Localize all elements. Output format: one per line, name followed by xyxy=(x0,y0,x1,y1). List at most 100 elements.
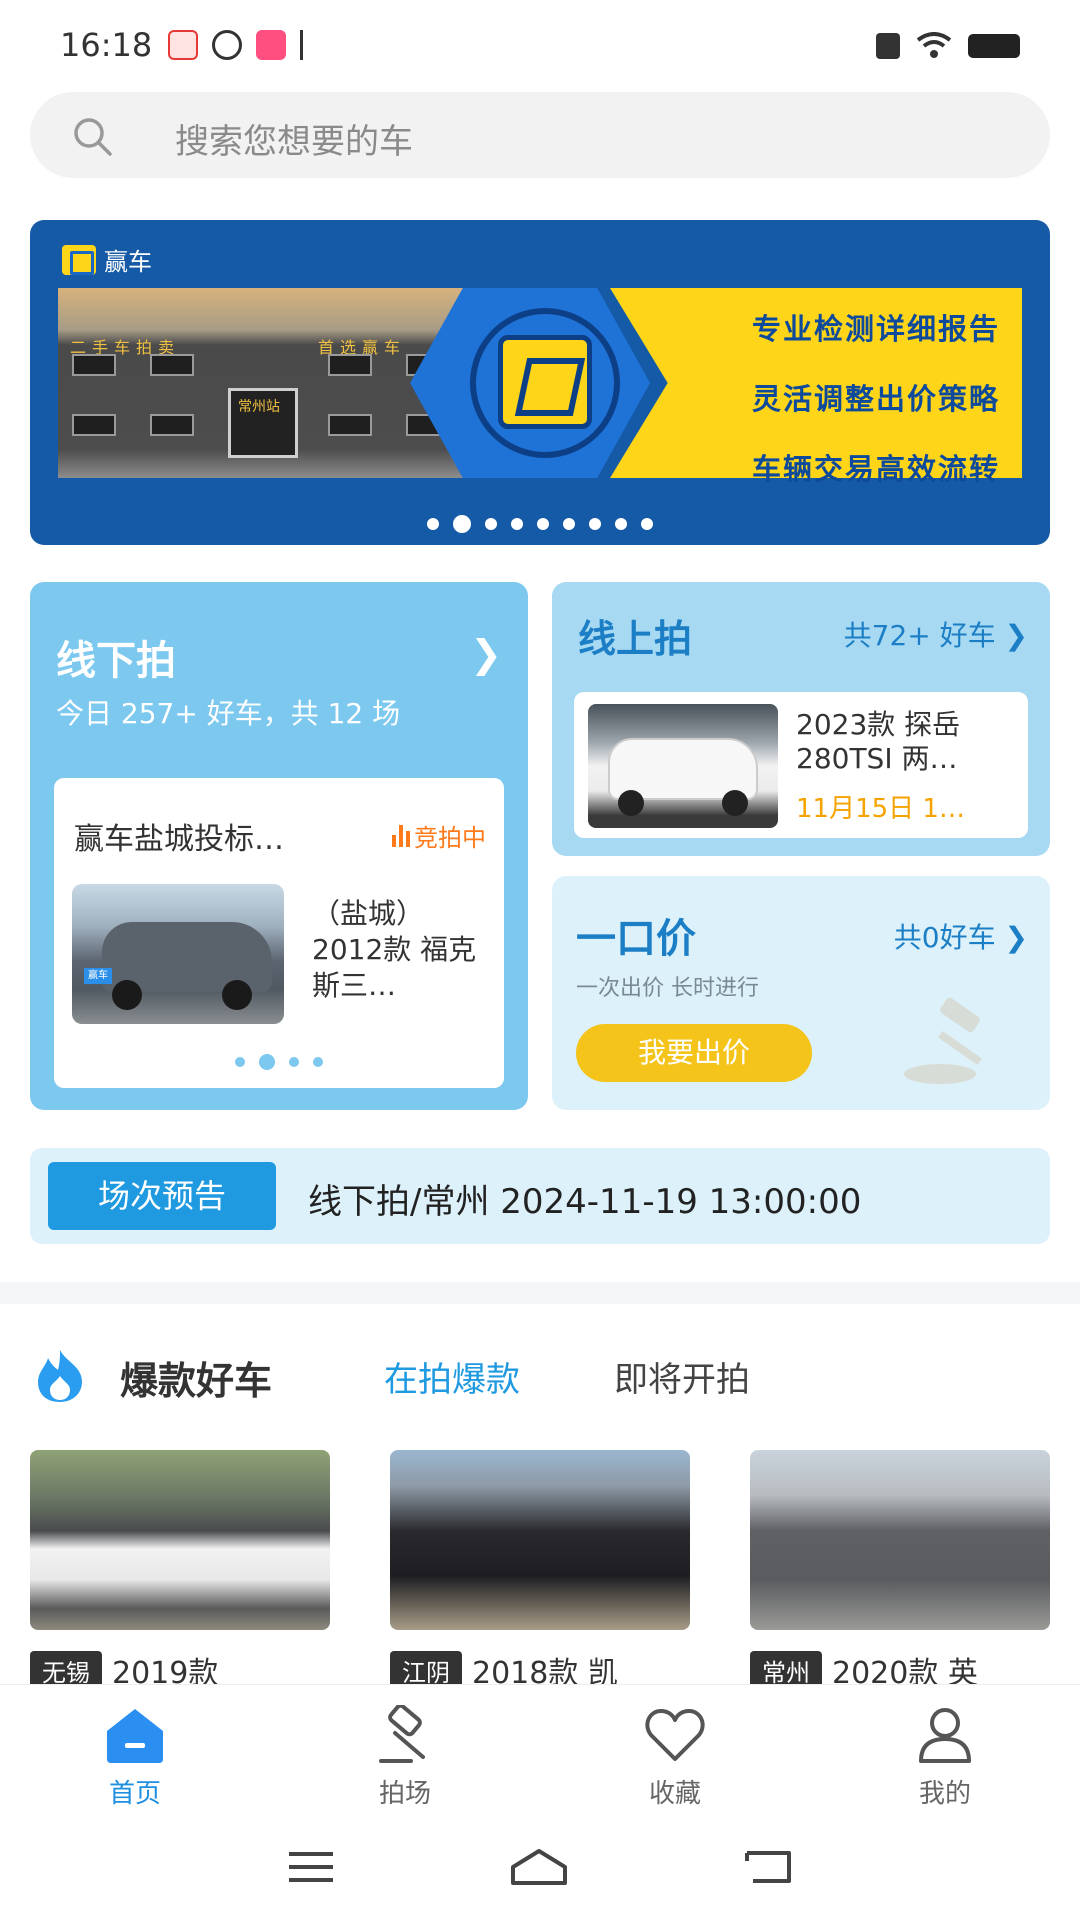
car-model: 2018款 凯 xyxy=(472,1656,618,1684)
pagination-dot xyxy=(641,518,653,530)
menu-icon[interactable] xyxy=(287,1850,335,1884)
status-bar: 16:18 xyxy=(0,0,1080,92)
app-notification-icon xyxy=(256,30,286,60)
search-placeholder: 搜索您想要的车 xyxy=(175,122,413,162)
chevron-right-icon: ❯ xyxy=(1004,921,1028,954)
link-icon xyxy=(212,30,242,60)
system-navigation-bar xyxy=(0,1814,1080,1920)
tab-profile[interactable]: 我的 xyxy=(810,1685,1080,1814)
pagination-dot xyxy=(537,518,549,530)
car-description: （盐城）2012款 福克斯三… xyxy=(312,897,477,1002)
car-model: 2020款 英 xyxy=(832,1656,978,1684)
banner-logo: 赢车 xyxy=(62,242,152,277)
pagination-dot xyxy=(511,518,523,530)
car-description: 2023款 探岳 280TSI 两… xyxy=(796,708,1018,776)
chevron-right-icon[interactable]: ❯ xyxy=(470,632,502,676)
fixed-price-subtitle: 一次出价 长时进行 xyxy=(576,976,759,1001)
fixed-price-card[interactable]: 一口价 共0好车 ❯ 一次出价 长时进行 我要出价 xyxy=(552,876,1050,1110)
hot-car-item[interactable]: 常州 2020款 英 xyxy=(750,1450,1050,1684)
banner-photo-station: 常州站 xyxy=(238,399,280,415)
pagination-dot xyxy=(563,518,575,530)
tab-auction[interactable]: 拍场 xyxy=(270,1685,540,1814)
tab-home[interactable]: 首页 xyxy=(0,1685,270,1814)
car-photo[interactable] xyxy=(750,1450,1050,1630)
banner-logo-text: 赢车 xyxy=(104,248,152,276)
tab-bidding-hot[interactable]: 在拍爆款 xyxy=(384,1352,520,1401)
wifi-icon xyxy=(916,32,952,58)
fixed-price-count: 共0好车 xyxy=(893,921,996,954)
home-nav-icon[interactable] xyxy=(509,1847,569,1887)
banner-slogans: 专业检测详细报告 灵活调整出价策略 车辆交易高效流转 xyxy=(752,294,1000,504)
city-tag: 无锡 xyxy=(30,1650,102,1684)
banner-brand-icon xyxy=(498,335,592,429)
online-auction-card[interactable]: 线上拍 共72+ 好车 ❯ 2023款 探岳 280TSI 两… 11月15日 … xyxy=(552,582,1050,856)
online-count: 共72+ 好车 xyxy=(843,619,996,652)
hot-cars-list: 无锡 2019款 江阴 2018款 凯 常州 2020款 英 xyxy=(30,1450,1050,1684)
tab-auction-label: 拍场 xyxy=(378,1779,431,1809)
notification-icons xyxy=(168,30,318,60)
offline-subtitle: 今日 257+ 好车，共 12 场 xyxy=(56,697,401,730)
pagination-dot xyxy=(589,518,601,530)
fixed-price-title: 一口价 xyxy=(576,916,696,962)
battery-icon xyxy=(968,34,1020,58)
banner-line-1: 专业检测详细报告 xyxy=(751,312,1000,346)
car-model: 2019款 xyxy=(112,1656,219,1684)
banner-line-3: 车辆交易高效流转 xyxy=(751,452,1000,486)
session-preview-tag: 场次预告 xyxy=(48,1162,276,1230)
tab-profile-label: 我的 xyxy=(918,1779,971,1809)
gavel-icon xyxy=(379,1705,425,1763)
section-divider xyxy=(0,1282,1080,1304)
car-photo[interactable] xyxy=(588,704,778,828)
home-icon xyxy=(107,1709,163,1763)
system-status-icons xyxy=(876,32,1020,60)
back-icon[interactable] xyxy=(743,1849,793,1885)
pagination-dot xyxy=(485,518,497,530)
city-tag: 常州 xyxy=(750,1650,822,1684)
car-desc-line-2: 280TSI 两… xyxy=(796,742,958,775)
pagination-dot xyxy=(427,518,439,530)
promo-banner[interactable]: 赢车 二手车拍卖 首选赢车 常州站 专业检测详细报告 灵活调整出价策略 车辆交易… xyxy=(30,220,1050,545)
tab-favorites-label: 收藏 xyxy=(648,1779,701,1809)
tab-favorites[interactable]: 收藏 xyxy=(540,1685,810,1814)
plate-badge: 赢车 xyxy=(84,968,112,984)
offline-session-card[interactable]: 赢车盐城投标… 竞拍中 赢车 （盐城）2012款 福克斯三… xyxy=(54,778,504,1088)
live-status-text: 竞拍中 xyxy=(414,824,486,852)
search-icon xyxy=(74,118,112,156)
hot-cars-header: 爆款好车 在拍爆款 即将开拍 xyxy=(30,1344,1050,1408)
chevron-right-icon: ❯ xyxy=(1004,619,1028,652)
usb-icon xyxy=(300,30,318,60)
tab-home-label: 首页 xyxy=(108,1779,161,1809)
hot-cars-title: 爆款好车 xyxy=(120,1359,273,1403)
banner-pagination xyxy=(30,515,1050,533)
tab-upcoming[interactable]: 即将开拍 xyxy=(614,1352,750,1401)
online-car-card[interactable]: 2023款 探岳 280TSI 两… 11月15日 1… xyxy=(574,692,1028,838)
online-count-link[interactable]: 共72+ 好车 ❯ xyxy=(844,614,1028,654)
live-status-badge: 竞拍中 xyxy=(392,818,486,853)
search-bar[interactable]: 搜索您想要的车 xyxy=(30,92,1050,178)
heart-icon xyxy=(645,1709,705,1761)
make-offer-button[interactable]: 我要出价 xyxy=(576,1024,812,1082)
session-title: 赢车盐城投标… xyxy=(74,822,284,857)
car-photo[interactable]: 赢车 xyxy=(72,884,284,1024)
user-icon xyxy=(919,1708,971,1763)
auction-date: 11月15日 1… xyxy=(796,794,965,824)
gavel-icon xyxy=(904,997,982,1084)
fire-icon xyxy=(38,1350,82,1402)
session-preview-bar[interactable]: 场次预告 线下拍/常州 2024-11-19 13:00:00 xyxy=(30,1148,1050,1244)
live-bars-icon xyxy=(392,824,410,847)
city-tag: 江阴 xyxy=(390,1650,462,1684)
car-desc-line-1: 2023款 探岳 xyxy=(796,708,961,741)
logo-icon xyxy=(62,244,96,275)
offline-auction-card[interactable]: 线下拍 ❯ 今日 257+ 好车，共 12 场 赢车盐城投标… 竞拍中 赢车 （… xyxy=(30,582,528,1110)
car-photo[interactable] xyxy=(30,1450,330,1630)
hot-car-item[interactable]: 无锡 2019款 xyxy=(30,1450,330,1684)
offline-title: 线下拍 xyxy=(56,638,176,684)
car-photo[interactable] xyxy=(390,1450,690,1630)
banner-line-2: 灵活调整出价策略 xyxy=(751,382,1000,416)
session-preview-text: 线下拍/常州 2024-11-19 13:00:00 xyxy=(308,1182,862,1222)
bottom-tab-bar: 首页 拍场 收藏 我的 xyxy=(0,1684,1080,1814)
hot-car-item[interactable]: 江阴 2018款 凯 xyxy=(390,1450,690,1684)
online-title: 线上拍 xyxy=(578,617,693,661)
fixed-price-count-link[interactable]: 共0好车 ❯ xyxy=(894,916,1028,956)
status-time: 16:18 xyxy=(60,26,153,64)
